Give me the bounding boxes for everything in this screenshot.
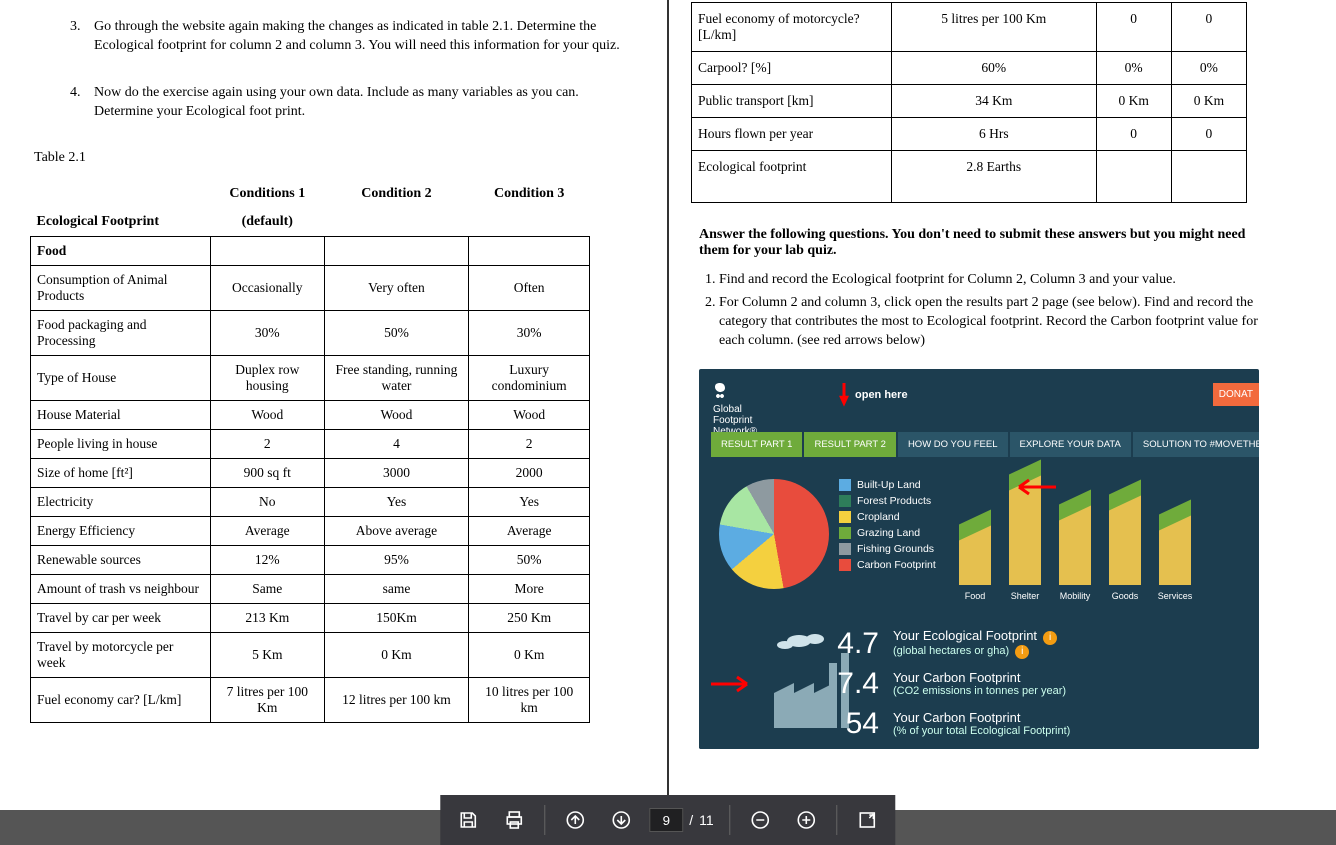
legend-item: Cropland: [839, 511, 936, 523]
table-row: Ecological footprint2.8 Earths: [692, 151, 1247, 203]
stat-row: 4.7Your Ecological Footprinti(global hec…: [759, 627, 1249, 661]
question-4: Now do the exercise again using your own…: [84, 84, 637, 122]
red-arrow-left-icon: [1011, 477, 1057, 502]
table-caption: Table 2.1: [34, 150, 637, 166]
ecological-table: Conditions 1 Condition 2 Condition 3 Eco…: [30, 180, 590, 723]
print-button[interactable]: [492, 798, 536, 842]
result-tab[interactable]: RESULT PART 2: [804, 432, 895, 457]
result-tabs: RESULT PART 1RESULT PART 2HOW DO YOU FEE…: [711, 432, 1259, 457]
col-cond3: Condition 3: [469, 180, 590, 208]
red-arrow-down-icon: [839, 383, 849, 407]
table-row: Energy EfficiencyAverageAbove averageAve…: [31, 516, 590, 545]
result-tab[interactable]: HOW DO YOU FEEL: [898, 432, 1008, 457]
page-number-input[interactable]: [649, 808, 683, 832]
pie-legend: Built-Up Land Forest Products Cropland Graz…: [839, 479, 936, 575]
table-row: Carpool? [%]60%0%0%: [692, 52, 1247, 85]
stat-row: 54Your Carbon Footprint(% of your total …: [759, 707, 1249, 741]
open-here-hint: open here: [839, 383, 908, 407]
page-down-button[interactable]: [599, 798, 643, 842]
result-tab[interactable]: EXPLORE YOUR DATA: [1010, 432, 1131, 457]
col-cond1: Conditions 1: [211, 180, 325, 208]
result-tab[interactable]: SOLUTION TO #MOVETHEDATE: [1133, 432, 1259, 457]
page-total: 11: [699, 812, 714, 828]
answer-1: Find and record the Ecological footprint…: [719, 271, 1259, 290]
question-list: Go through the website again making the …: [30, 18, 637, 122]
zoom-in-button[interactable]: [785, 798, 829, 842]
gfn-logo: GlobalFootprintNetwork®: [713, 381, 757, 437]
table-row: Travel by car per week213 Km150Km250 Km: [31, 603, 590, 632]
donate-button[interactable]: DONAT: [1213, 383, 1259, 406]
category-bar: Food: [959, 517, 991, 601]
page-up-button[interactable]: [553, 798, 597, 842]
table-row: Consumption of Animal ProductsOccasional…: [31, 265, 590, 310]
result-tab[interactable]: RESULT PART 1: [711, 432, 802, 457]
table-row: Public transport [km]34 Km0 Km0 Km: [692, 85, 1247, 118]
page-right: Fuel economy of motorcycle? [L/km]5 litr…: [669, 0, 1336, 810]
question-3: Go through the website again making the …: [84, 18, 637, 56]
category-bar: Mobility: [1059, 497, 1091, 601]
zoom-out-button[interactable]: [739, 798, 783, 842]
row-header-label: Ecological Footprint: [31, 208, 211, 237]
footprint-stats: 4.7Your Ecological Footprinti(global hec…: [759, 627, 1249, 747]
answer-2: For Column 2 and column 3, click open th…: [719, 294, 1259, 351]
table-row: Amount of trash vs neighbourSamesameMore: [31, 574, 590, 603]
table-row: Type of HouseDuplex row housingFree stan…: [31, 355, 590, 400]
legend-item: Grazing Land: [839, 527, 936, 539]
legend-item: Built-Up Land: [839, 479, 936, 491]
ecological-table-cont: Fuel economy of motorcycle? [L/km]5 litr…: [691, 2, 1247, 203]
legend-item: Fishing Grounds: [839, 543, 936, 555]
page-sep: /: [689, 812, 693, 828]
table-row: ElectricityNoYesYes: [31, 487, 590, 516]
table-row: Size of home [ft²]900 sq ft30002000: [31, 458, 590, 487]
footprint-pie-chart: [719, 479, 829, 589]
table-row: Food: [31, 236, 590, 265]
info-icon[interactable]: i: [1015, 645, 1029, 659]
footprint-screenshot: GlobalFootprintNetwork® open here DONAT …: [699, 369, 1259, 749]
answer-list: Find and record the Ecological footprint…: [699, 271, 1259, 351]
fullscreen-button[interactable]: [846, 798, 890, 842]
legend-item: Carbon Footprint: [839, 559, 936, 571]
category-bar: Services: [1159, 507, 1191, 601]
page-left: Go through the website again making the …: [0, 0, 667, 810]
legend-item: Forest Products: [839, 495, 936, 507]
table-row: People living in house242: [31, 429, 590, 458]
answer-intro: Answer the following questions. You don'…: [699, 227, 1259, 259]
category-bar: Goods: [1109, 487, 1141, 601]
pdf-toolbar: / 11: [440, 795, 895, 845]
table-row: Food packaging and Processing30%50%30%: [31, 310, 590, 355]
table-row: Travel by motorcycle per week5 Km0 Km0 K…: [31, 632, 590, 677]
table-row: Fuel economy of motorcycle? [L/km]5 litr…: [692, 3, 1247, 52]
stat-row: 7.4Your Carbon Footprint(CO2 emissions i…: [759, 667, 1249, 701]
table-row: Hours flown per year6 Hrs00: [692, 118, 1247, 151]
category-bars: FoodShelterMobilityGoodsServices: [959, 467, 1191, 601]
table-row: House MaterialWoodWoodWood: [31, 400, 590, 429]
save-button[interactable]: [446, 798, 490, 842]
info-icon[interactable]: i: [1043, 631, 1057, 645]
table-row: Renewable sources12%95%50%: [31, 545, 590, 574]
col-cond2: Condition 2: [324, 180, 469, 208]
table-row: Fuel economy car? [L/km]7 litres per 100…: [31, 677, 590, 722]
